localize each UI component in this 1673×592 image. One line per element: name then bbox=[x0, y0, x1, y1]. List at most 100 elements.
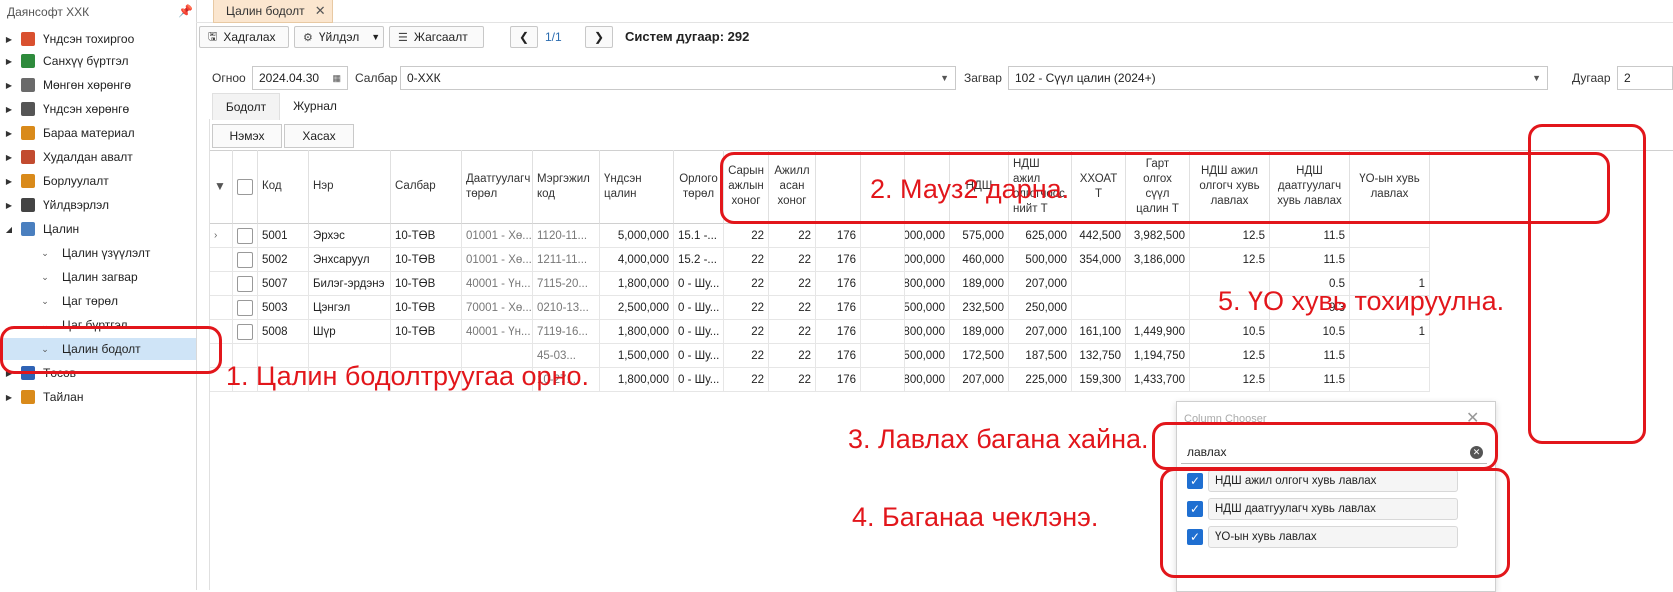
table-cell[interactable]: 575,000 bbox=[950, 224, 1009, 248]
tab-salary-calc[interactable]: Цалин бодолт ✕ bbox=[213, 0, 333, 23]
row-select[interactable] bbox=[233, 248, 258, 272]
select-all-checkbox[interactable] bbox=[237, 178, 253, 195]
tree-expand-icon[interactable]: ▶ bbox=[3, 153, 15, 162]
table-cell[interactable]: 460,000 bbox=[950, 248, 1009, 272]
table-cell[interactable]: 22 bbox=[724, 296, 769, 320]
table-cell[interactable]: 1 bbox=[1350, 320, 1430, 344]
sidebar-item-0[interactable]: ▶ Үндсэн тохиргоо bbox=[0, 28, 196, 50]
table-cell[interactable]: 2,500,000 bbox=[905, 296, 950, 320]
table-cell[interactable]: 01001 - Хө... bbox=[462, 248, 533, 272]
sidebar-item-2[interactable]: ▶ Мөнгөн хөрөнгө bbox=[0, 74, 196, 96]
tree-expand-icon[interactable]: ▶ bbox=[3, 81, 15, 90]
table-cell[interactable]: 15.2 -... bbox=[674, 248, 724, 272]
table-cell[interactable]: 132,750 bbox=[1072, 344, 1126, 368]
table-cell[interactable]: 1,800,000 bbox=[905, 320, 950, 344]
column-header[interactable]: Код bbox=[258, 150, 309, 224]
table-cell[interactable] bbox=[1072, 296, 1126, 320]
table-cell[interactable]: 22 bbox=[769, 344, 816, 368]
table-cell[interactable]: 0 - Шу... bbox=[674, 344, 724, 368]
table-cell[interactable]: 40001 - Үн... bbox=[462, 272, 533, 296]
row-expand[interactable]: › bbox=[210, 224, 233, 248]
table-cell[interactable]: 3,186,000 bbox=[1126, 248, 1190, 272]
sidebar-item-1[interactable]: ▶ Санхүү бүртгэл bbox=[0, 50, 196, 72]
table-cell[interactable]: 70001 - Хө... bbox=[462, 296, 533, 320]
table-cell[interactable]: 176 bbox=[816, 296, 861, 320]
table-cell[interactable]: 176 bbox=[816, 248, 861, 272]
table-cell[interactable]: 22 bbox=[769, 224, 816, 248]
table-cell[interactable]: 625,000 bbox=[1009, 224, 1072, 248]
table-cell[interactable]: 0 - Шу... bbox=[674, 272, 724, 296]
table-cell[interactable]: 22 bbox=[724, 272, 769, 296]
sidebar-item-9[interactable]: ⌄ Цалин үзүүлэлт bbox=[0, 242, 196, 264]
tree-expand-icon[interactable]: ▶ bbox=[3, 201, 15, 210]
table-cell[interactable]: 225,000 bbox=[1009, 368, 1072, 392]
table-cell[interactable]: 1,500,000 bbox=[600, 344, 674, 368]
save-button[interactable]: 🖫 Хадгалах bbox=[199, 26, 289, 48]
table-cell[interactable]: 354,000 bbox=[1072, 248, 1126, 272]
table-cell[interactable]: 11.5 bbox=[1270, 248, 1350, 272]
table-cell[interactable]: 22 bbox=[769, 272, 816, 296]
table-cell[interactable]: 176 bbox=[816, 320, 861, 344]
sidebar-item-8[interactable]: ◢ Цалин bbox=[0, 218, 196, 240]
row-select[interactable] bbox=[233, 320, 258, 344]
table-cell[interactable]: 10.5 bbox=[1270, 320, 1350, 344]
table-cell[interactable]: 1,500,000 bbox=[905, 344, 950, 368]
table-cell[interactable]: 1,433,700 bbox=[1126, 368, 1190, 392]
table-cell[interactable]: 5002 bbox=[258, 248, 309, 272]
row-checkbox[interactable] bbox=[237, 299, 253, 316]
table-cell[interactable]: 0 - Шу... bbox=[674, 296, 724, 320]
table-cell[interactable]: 10-ТӨВ bbox=[391, 296, 462, 320]
table-cell[interactable]: 22 bbox=[769, 320, 816, 344]
row-expand[interactable] bbox=[210, 296, 233, 320]
table-cell[interactable]: 176 bbox=[816, 224, 861, 248]
table-cell[interactable]: 1120-11... bbox=[533, 224, 600, 248]
row-expand[interactable] bbox=[210, 272, 233, 296]
row-select[interactable] bbox=[233, 224, 258, 248]
table-cell[interactable]: 2,500,000 bbox=[600, 296, 674, 320]
table-cell[interactable] bbox=[861, 248, 905, 272]
table-cell[interactable]: 12.5 bbox=[1190, 248, 1270, 272]
table-cell[interactable]: 5001 bbox=[258, 224, 309, 248]
column-header[interactable]: Нэр bbox=[309, 150, 391, 224]
row-select[interactable] bbox=[233, 296, 258, 320]
row-select[interactable] bbox=[233, 272, 258, 296]
table-cell[interactable] bbox=[861, 224, 905, 248]
sidebar-item-3[interactable]: ▶ Үндсэн хөрөнгө bbox=[0, 98, 196, 120]
table-cell[interactable]: 1,800,000 bbox=[600, 272, 674, 296]
table-cell[interactable]: 1,194,750 bbox=[1126, 344, 1190, 368]
table-cell[interactable]: 0 - Шу... bbox=[674, 368, 724, 392]
close-icon[interactable]: ✕ bbox=[315, 3, 326, 19]
sidebar-item-15[interactable]: ▶ Тайлан bbox=[0, 386, 196, 408]
table-cell[interactable]: 172,500 bbox=[950, 344, 1009, 368]
table-cell[interactable] bbox=[1350, 224, 1430, 248]
table-cell[interactable]: Эрхэс bbox=[309, 224, 391, 248]
table-cell[interactable]: 11.5 bbox=[1270, 368, 1350, 392]
table-cell[interactable]: 40001 - Үн... bbox=[462, 320, 533, 344]
table-cell[interactable] bbox=[1126, 296, 1190, 320]
table-cell[interactable]: 11.5 bbox=[1270, 344, 1350, 368]
prev-page-button[interactable]: ❮ bbox=[510, 26, 538, 48]
table-cell[interactable]: 12.5 bbox=[1190, 344, 1270, 368]
table-cell[interactable]: 7115-20... bbox=[533, 272, 600, 296]
table-cell[interactable] bbox=[1072, 272, 1126, 296]
tree-expand-icon[interactable]: ▶ bbox=[3, 105, 15, 114]
tab-calculation[interactable]: Бодолт bbox=[212, 93, 280, 120]
sidebar-item-7[interactable]: ▶ Үйлдвэрлэл bbox=[0, 194, 196, 216]
table-cell[interactable] bbox=[1350, 248, 1430, 272]
table-cell[interactable] bbox=[861, 368, 905, 392]
table-cell[interactable]: 187,500 bbox=[1009, 344, 1072, 368]
table-cell[interactable]: 161,100 bbox=[1072, 320, 1126, 344]
table-cell[interactable]: 5007 bbox=[258, 272, 309, 296]
filter-header[interactable]: ▼ bbox=[210, 150, 233, 224]
table-cell[interactable]: 176 bbox=[816, 368, 861, 392]
table-cell[interactable]: 10-ТӨВ bbox=[391, 320, 462, 344]
select-header[interactable] bbox=[233, 150, 258, 224]
table-cell[interactable]: 5,000,000 bbox=[905, 224, 950, 248]
table-cell[interactable]: 159,300 bbox=[1072, 368, 1126, 392]
table-cell[interactable] bbox=[861, 296, 905, 320]
table-cell[interactable]: 11.5 bbox=[1270, 224, 1350, 248]
table-cell[interactable]: 22 bbox=[724, 368, 769, 392]
row-checkbox[interactable] bbox=[237, 227, 253, 244]
table-cell[interactable]: 15.1 -... bbox=[674, 224, 724, 248]
branch-select[interactable]: 0-ХХК ▼ bbox=[400, 66, 956, 90]
